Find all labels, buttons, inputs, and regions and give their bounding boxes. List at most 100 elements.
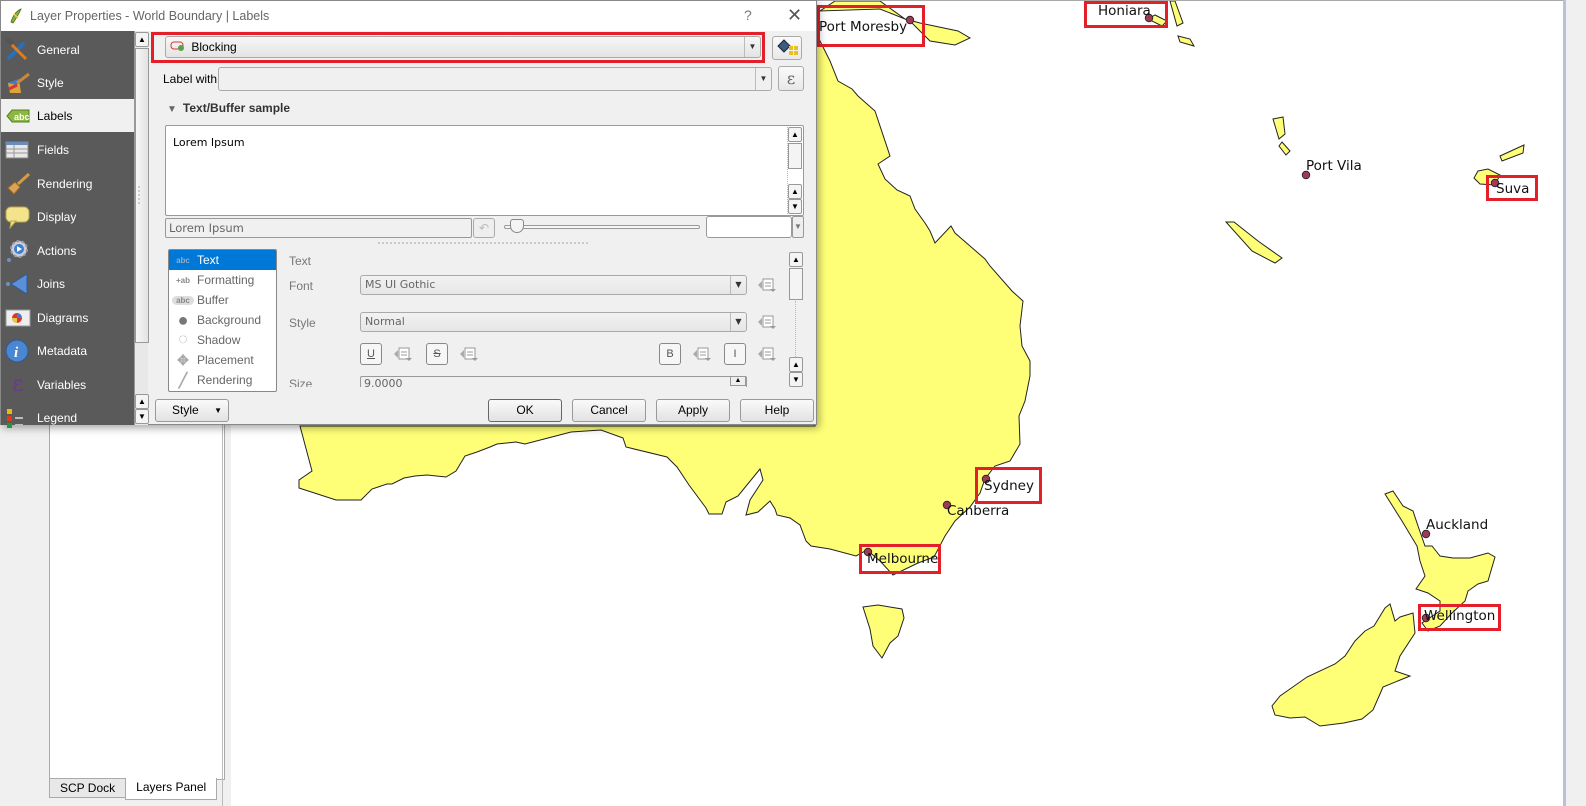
cancel-button[interactable]: Cancel: [572, 399, 646, 422]
scroll-thumb[interactable]: [788, 143, 802, 169]
nav-item-display[interactable]: Display: [1, 200, 134, 233]
city-label-auckland: Auckland: [1426, 517, 1488, 533]
label-settings-list: abcText +abFormatting abcBuffer ●Backgro…: [168, 249, 277, 392]
chevron-down-icon: ▼: [730, 313, 746, 331]
scroll-thumb[interactable]: [789, 268, 803, 300]
dock-tabs: SCP Dock Layers Panel: [49, 778, 216, 806]
sublist-item-shadow[interactable]: ◌Shadow: [169, 330, 276, 350]
properties-scrollbar[interactable]: ▲ ▲ ▼: [789, 252, 804, 387]
preview-scrollbar[interactable]: ▲ ▲ ▼: [787, 127, 802, 214]
scroll-down-button[interactable]: ▼: [788, 199, 802, 214]
chevron-down-icon: ▼: [214, 400, 222, 421]
ok-button[interactable]: OK: [488, 399, 562, 422]
scroll-up-button[interactable]: ▲: [789, 357, 803, 372]
nav-item-actions[interactable]: Actions: [1, 234, 134, 267]
nav-item-general[interactable]: General: [1, 33, 134, 66]
data-defined-override-icon[interactable]: [756, 314, 778, 330]
apply-button[interactable]: Apply: [656, 399, 730, 422]
preview-scale-slider[interactable]: [504, 225, 700, 229]
font-size-input[interactable]: 9.0000: [360, 376, 747, 387]
font-combo[interactable]: MS UI Gothic ▼: [360, 275, 747, 295]
preview-scale-input[interactable]: [706, 216, 792, 238]
scroll-up-button[interactable]: ▲: [789, 252, 803, 267]
data-defined-override-icon[interactable]: [756, 346, 778, 362]
help-icon[interactable]: ?: [744, 7, 752, 23]
scroll-up-button[interactable]: ▲: [135, 32, 149, 47]
undo-icon: ↶: [479, 221, 489, 235]
sublist-item-placement[interactable]: ✥Placement: [169, 350, 276, 370]
paintbrush-icon: [5, 71, 31, 95]
size-label: Size: [289, 377, 312, 387]
italic-button[interactable]: I: [724, 343, 746, 365]
nav-item-style[interactable]: Style: [1, 66, 134, 99]
brush-icon: [5, 172, 31, 196]
sample-section-header[interactable]: ▼Text/Buffer sample: [167, 101, 290, 115]
sublist-item-formatting[interactable]: +abFormatting: [169, 270, 276, 290]
data-defined-override-icon[interactable]: [756, 277, 778, 293]
nav-item-variables[interactable]: ε Variables: [1, 368, 134, 401]
nav-item-labels[interactable]: abc Labels: [1, 99, 134, 132]
nav-item-fields[interactable]: Fields: [1, 133, 134, 166]
sublist-item-buffer[interactable]: abcBuffer: [169, 290, 276, 310]
spin-up-button[interactable]: ▲: [730, 376, 746, 386]
underline-button[interactable]: U: [360, 343, 382, 365]
epsilon-icon: ε: [5, 373, 31, 397]
text-abc-icon: abc: [172, 256, 194, 265]
label-with-combo[interactable]: ▼: [218, 67, 772, 91]
highlight-box: [151, 32, 765, 63]
data-defined-override-icon[interactable]: [691, 346, 713, 362]
splitter-handle[interactable]: [378, 242, 588, 244]
expression-button[interactable]: ε: [778, 66, 804, 91]
nav-item-diagrams[interactable]: Diagrams: [1, 301, 134, 334]
nav-item-legend[interactable]: Legend: [1, 401, 134, 434]
dock-splitter[interactable]: [222, 420, 230, 806]
style-menu-button[interactable]: Style ▼: [155, 399, 229, 422]
sublist-item-background[interactable]: ●Background: [169, 310, 276, 330]
sublist-item-rendering[interactable]: ╱Rendering: [169, 370, 276, 390]
chevron-down-icon[interactable]: ▼: [792, 216, 804, 238]
rule-based-labeling-button[interactable]: [772, 36, 802, 60]
close-icon[interactable]: ✕: [787, 5, 802, 26]
sublist-item-text[interactable]: abcText: [169, 250, 276, 270]
layers-panel-list[interactable]: [49, 420, 225, 780]
highlight-box: [1084, 1, 1168, 28]
preview-text-input[interactable]: Lorem Ipsum: [165, 218, 472, 238]
font-label: Font: [289, 279, 313, 293]
nav-item-metadata[interactable]: i Metadata: [1, 334, 134, 367]
layer-labels-icon: [774, 37, 800, 57]
reset-preview-button[interactable]: ↶: [473, 218, 495, 238]
text-preview: Lorem Ipsum ▲ ▲ ▼: [165, 125, 804, 216]
nav-item-rendering[interactable]: Rendering: [1, 167, 134, 200]
nav-label: Metadata: [37, 344, 87, 358]
strikeout-button[interactable]: S: [426, 343, 448, 365]
scroll-up-button[interactable]: ▲: [788, 127, 802, 142]
chevron-down-icon: ▼: [755, 68, 771, 90]
data-defined-override-icon[interactable]: [392, 346, 414, 362]
bold-button[interactable]: B: [659, 343, 681, 365]
gear-play-icon: [5, 239, 31, 263]
nav-label: General: [37, 43, 80, 57]
nav-label: Variables: [37, 378, 86, 392]
scroll-down-button[interactable]: ▼: [789, 372, 803, 387]
scroll-down-button[interactable]: ▼: [135, 409, 149, 424]
collapse-triangle-icon: ▼: [167, 104, 177, 115]
slider-handle[interactable]: [510, 219, 524, 233]
scroll-up-button[interactable]: ▲: [788, 184, 802, 199]
help-button[interactable]: Help: [740, 399, 814, 422]
data-defined-override-icon[interactable]: [458, 346, 480, 362]
font-style-combo[interactable]: Normal ▼: [360, 312, 747, 332]
nav-label: Legend: [37, 411, 77, 425]
highlight-box: [1486, 175, 1538, 201]
nav-item-joins[interactable]: Joins: [1, 267, 134, 300]
svg-text:abc: abc: [14, 112, 30, 122]
tab-scp-dock[interactable]: SCP Dock: [49, 778, 126, 798]
city-label-canberra: Canberra: [947, 503, 1009, 519]
dialog-titlebar[interactable]: Layer Properties - World Boundary | Labe…: [1, 1, 816, 31]
scroll-up-button[interactable]: ▲: [135, 394, 149, 409]
tab-layers-panel[interactable]: Layers Panel: [125, 778, 217, 800]
nav-scrollbar[interactable]: ▲ ▲ ▼: [134, 31, 148, 425]
layer-properties-dialog: Layer Properties - World Boundary | Labe…: [0, 0, 817, 425]
highlight-box: [859, 544, 941, 574]
splitter-handle[interactable]: [138, 186, 140, 204]
chevron-down-icon: ▼: [730, 276, 746, 294]
